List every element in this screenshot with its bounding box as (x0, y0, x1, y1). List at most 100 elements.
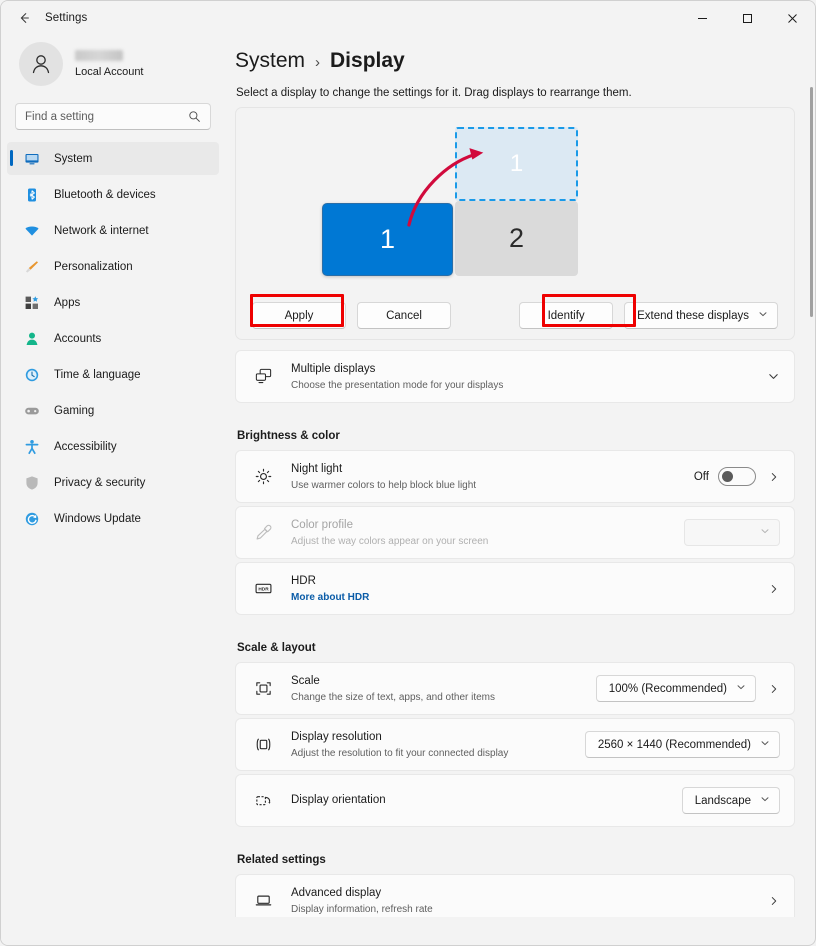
sun-icon (252, 467, 274, 486)
sidebar-item-label: Windows Update (54, 512, 141, 525)
multiple-displays-texts: Multiple displays Choose the presentatio… (291, 362, 757, 392)
page-title: Display (330, 49, 405, 72)
search-wrapper (1, 97, 227, 140)
account-text: Local Account (75, 50, 144, 78)
scale-texts: Scale Change the size of text, apps, and… (291, 674, 586, 704)
display-resolution-subtitle: Adjust the resolution to fit your connec… (291, 747, 509, 759)
sidebar-item-label: Gaming (54, 404, 95, 417)
sidebar-item-apps[interactable]: Apps (7, 286, 219, 319)
chevron-right-icon: › (315, 53, 321, 71)
hdr-row[interactable]: HDR HDR More about HDR (235, 562, 795, 615)
hdr-learn-more-link[interactable]: More about HDR (291, 592, 746, 603)
advanced-display-title: Advanced display (291, 886, 382, 899)
sidebar-item-windows-update[interactable]: Windows Update (7, 502, 219, 535)
sidebar-item-time-language[interactable]: Time & language (7, 358, 219, 391)
sidebar-item-bluetooth-devices[interactable]: Bluetooth & devices (7, 178, 219, 211)
sidebar-item-label: Bluetooth & devices (54, 188, 156, 201)
night-light-row[interactable]: Night light Use warmer colors to help bl… (235, 450, 795, 503)
monitor-1-selected[interactable]: 1 (322, 203, 453, 276)
display-arrangement-panel[interactable]: 1 2 1 Apply Cancel Identify Extend these… (235, 107, 795, 340)
back-button[interactable] (9, 5, 39, 31)
avatar (19, 42, 63, 86)
sidebar-item-gaming[interactable]: Gaming (7, 394, 219, 427)
arrangement-button-row: Apply Cancel Identify Extend these displ… (236, 302, 794, 329)
sidebar-item-accessibility[interactable]: Accessibility (7, 430, 219, 463)
night-light-texts: Night light Use warmer colors to help bl… (291, 462, 684, 492)
advanced-display-subtitle: Display information, refresh rate (291, 903, 433, 915)
sidebar-item-privacy-security[interactable]: Privacy & security (7, 466, 219, 499)
clock-icon (23, 366, 41, 384)
display-orientation-controls: Landscape (681, 787, 780, 814)
advanced-display-texts: Advanced display Display information, re… (291, 886, 746, 916)
color-profile-subtitle: Adjust the way colors appear on your scr… (291, 535, 489, 547)
scale-row[interactable]: Scale Change the size of text, apps, and… (235, 662, 795, 715)
display-mode-value: Extend these displays (637, 309, 749, 322)
account-block[interactable]: Local Account (1, 35, 227, 97)
night-light-toggle-wrap[interactable]: Off (694, 467, 756, 486)
sidebar-item-label: Time & language (54, 368, 141, 381)
chevron-down-icon (767, 370, 780, 383)
chevron-right-icon[interactable] (768, 471, 780, 483)
update-icon (23, 510, 41, 528)
sidebar-item-label: System (54, 152, 93, 165)
monitor-1-label: 1 (379, 224, 396, 254)
multiple-displays-expand[interactable] (767, 370, 780, 383)
cancel-button[interactable]: Cancel (357, 302, 451, 329)
apply-button[interactable]: Apply (252, 302, 346, 329)
advanced-display-row[interactable]: Advanced display Display information, re… (235, 874, 795, 917)
multiple-displays-row[interactable]: Multiple displays Choose the presentatio… (235, 350, 795, 403)
color-profile-title: Color profile (291, 518, 353, 531)
sidebar-item-accounts[interactable]: Accounts (7, 322, 219, 355)
brightness-section-heading: Brightness & color (237, 430, 340, 442)
advanced-display-controls (756, 895, 780, 907)
breadcrumb: System › Display (235, 35, 803, 73)
night-light-title: Night light (291, 462, 343, 475)
display-orientation-dropdown[interactable]: Landscape (681, 787, 780, 814)
multiple-displays-title: Multiple displays (291, 362, 376, 375)
hdr-title: HDR (291, 575, 316, 587)
search-input[interactable] (25, 110, 188, 123)
sidebar-item-network-internet[interactable]: Network & internet (7, 214, 219, 247)
orientation-icon (252, 791, 274, 810)
chevron-right-icon[interactable] (768, 683, 780, 695)
person-icon (32, 55, 50, 74)
minimize-button[interactable] (680, 1, 725, 35)
chevron-down-icon (760, 526, 770, 539)
scale-value: 100% (Recommended) (608, 682, 727, 695)
close-button[interactable] (770, 1, 815, 35)
search-icon (189, 111, 200, 122)
scale-title: Scale (291, 674, 320, 687)
display-resolution-row[interactable]: Display resolution Adjust the resolution… (235, 718, 795, 771)
close-icon (788, 13, 797, 23)
window-body: Local Account System (1, 35, 815, 945)
window-controls (680, 1, 815, 35)
content-scrollbar[interactable] (810, 87, 813, 939)
display-orientation-row[interactable]: Display orientation Landscape (235, 774, 795, 827)
display-resolution-dropdown[interactable]: 2560 × 1440 (Recommended) (584, 731, 780, 758)
sidebar-item-personalization[interactable]: Personalization (7, 250, 219, 283)
sidebar-item-system[interactable]: System (7, 142, 219, 175)
scale-section-heading: Scale & layout (237, 642, 316, 654)
chevron-right-icon[interactable] (768, 583, 780, 595)
maximize-button[interactable] (725, 1, 770, 35)
scale-subtitle: Change the size of text, apps, and other… (291, 691, 496, 703)
settings-scroll-region: 1 2 1 Apply Cancel Identify Extend these… (235, 107, 803, 917)
minimize-icon (698, 17, 707, 19)
laptop-icon (252, 891, 274, 910)
breadcrumb-parent[interactable]: System (235, 49, 305, 73)
monitor-2-label: 2 (508, 223, 525, 253)
search-box[interactable] (15, 103, 211, 130)
scrollbar-thumb[interactable] (810, 87, 813, 317)
monitor-2[interactable]: 2 (455, 201, 578, 276)
identify-button[interactable]: Identify (519, 302, 614, 329)
chevron-right-icon[interactable] (768, 895, 780, 907)
monitor-drag-preview-label: 1 (509, 150, 524, 177)
color-profile-controls (673, 519, 780, 546)
scale-dropdown[interactable]: 100% (Recommended) (595, 675, 756, 702)
sidebar-item-label: Accounts (54, 332, 102, 345)
night-light-controls: Off (694, 467, 780, 486)
content-area: System › Display Select a display to cha… (227, 35, 815, 945)
night-light-toggle[interactable] (718, 467, 756, 486)
maximize-icon (743, 13, 752, 23)
display-mode-dropdown[interactable]: Extend these displays (624, 302, 778, 329)
